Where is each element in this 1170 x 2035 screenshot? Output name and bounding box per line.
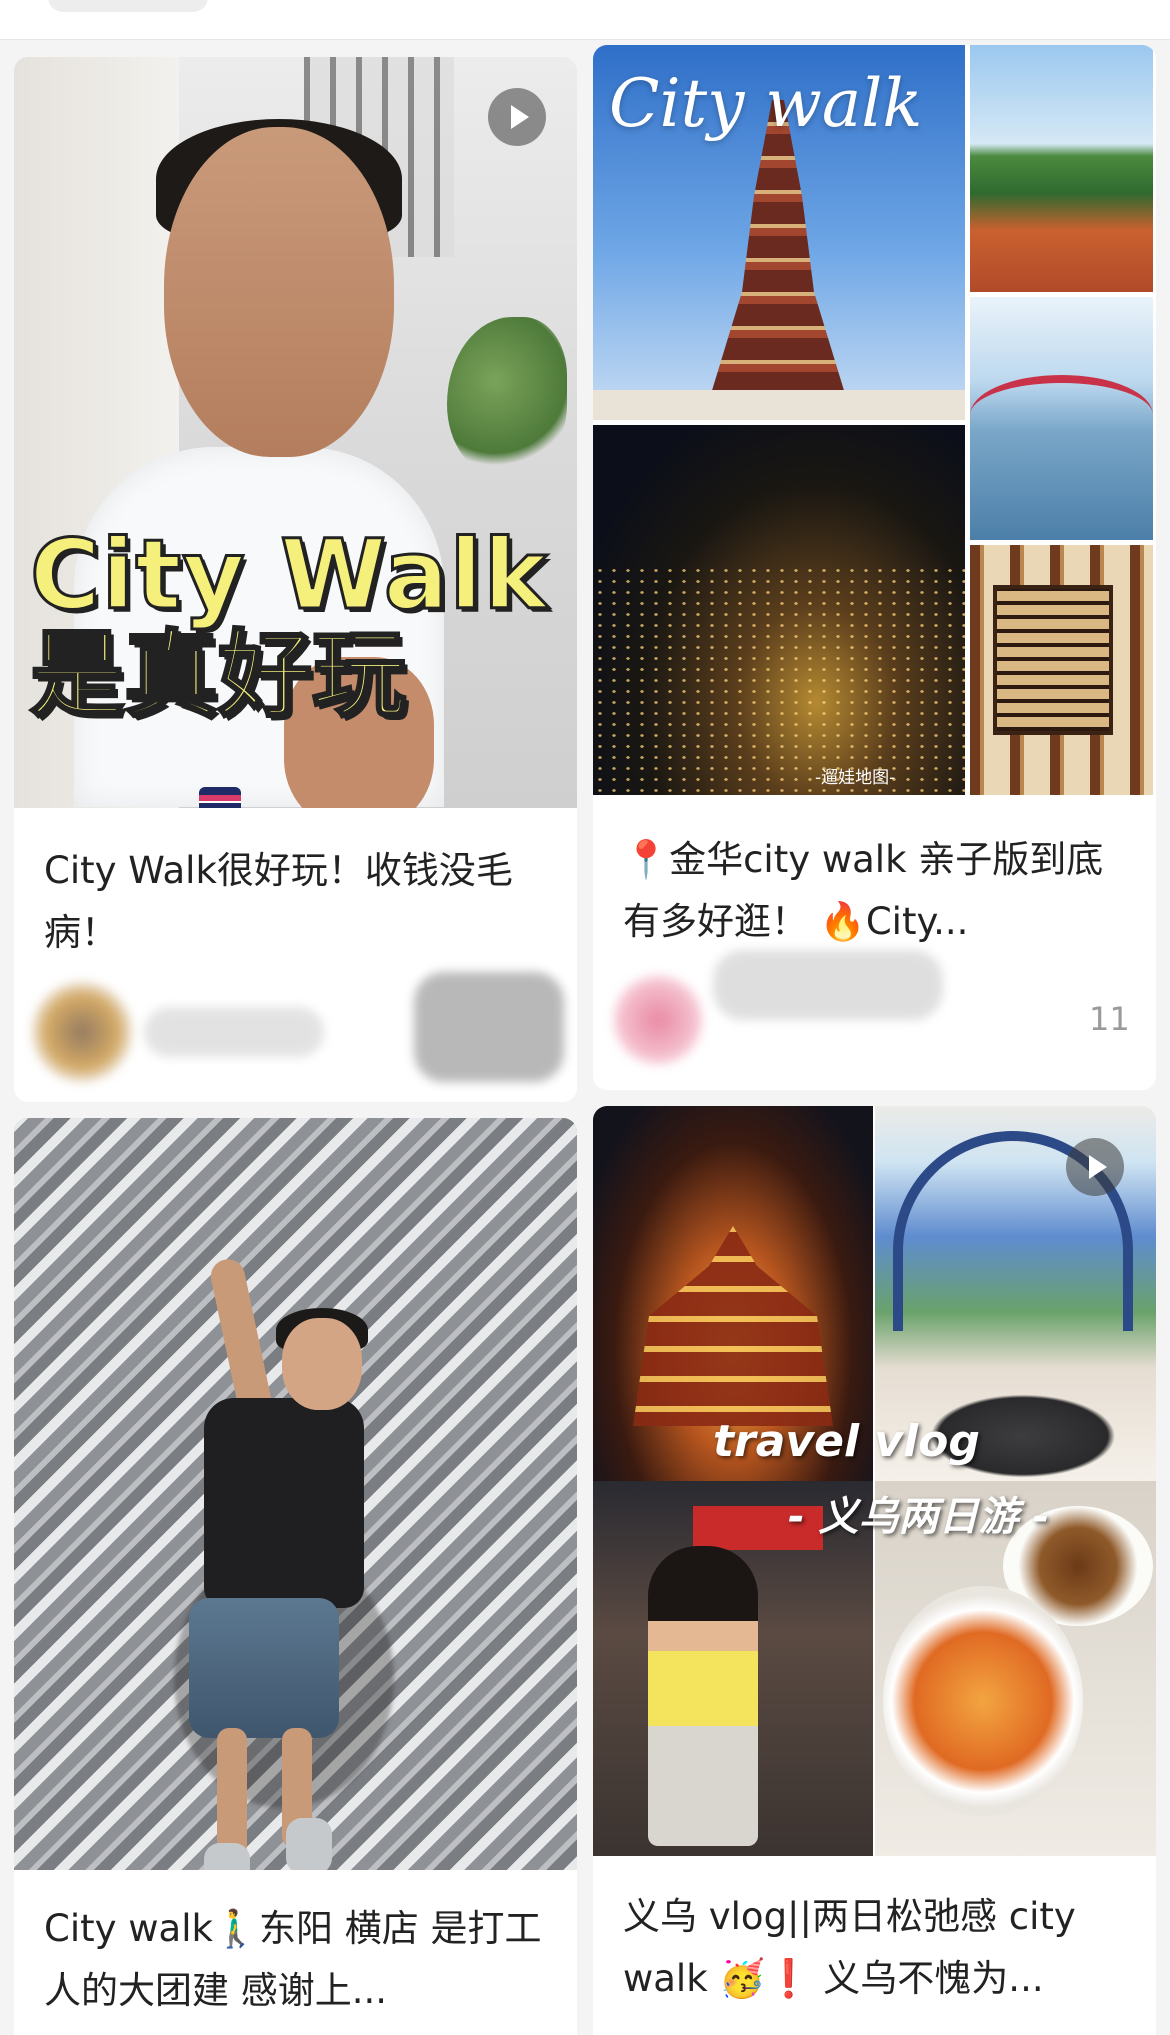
like-count[interactable] [414, 972, 564, 1082]
overlay-line-2: 是真好玩 [28, 621, 407, 730]
card-cover-image[interactable] [14, 1118, 577, 1870]
overlay-line-2: - 义乌两日游 - [788, 1494, 1050, 1540]
card-title[interactable]: 义乌 vlog||两日松弛感 city walk 🥳❗ 义乌不愧为... [623, 1886, 1128, 2016]
card-cover-image[interactable]: City walk -遛娃地图- [593, 45, 1156, 796]
author-name[interactable] [144, 1007, 324, 1057]
card-cover-image[interactable]: travel vlog - 义乌两日游 - [593, 1106, 1156, 1856]
play-icon [488, 88, 546, 146]
watermark: -遛娃地图- [815, 768, 896, 788]
overlay-line-1: travel vlog [713, 1416, 980, 1467]
feed-card-4[interactable]: travel vlog - 义乌两日游 - 义乌 vlog||两日松弛感 cit… [593, 1106, 1156, 2035]
card-title[interactable]: City Walk很好玩！收钱没毛病！ [44, 840, 549, 970]
search-pill[interactable] [48, 0, 208, 12]
play-icon [1066, 1138, 1124, 1196]
feed-card-1[interactable]: City Walk 是真好玩 City Walk很好玩！收钱没毛病！ [14, 57, 577, 1102]
card-title[interactable]: City walk🚶‍♂️东阳 横店 是打工人的大团建 感谢上... [44, 1898, 549, 2028]
cover-overlay-text: City Walk 是真好玩 [28, 519, 549, 730]
author-name[interactable] [713, 950, 943, 1020]
author-avatar[interactable] [613, 975, 703, 1065]
feed-card-3[interactable]: City walk🚶‍♂️东阳 横店 是打工人的大团建 感谢上... [14, 1118, 577, 2035]
card-cover-image[interactable]: City Walk 是真好玩 [14, 57, 577, 808]
top-bar [0, 0, 1170, 40]
overlay-line-1: City Walk [28, 519, 549, 631]
cover-script-text: City walk [609, 65, 923, 142]
like-count[interactable]: 11 [1089, 1000, 1130, 1038]
feed-card-2[interactable]: City walk -遛娃地图- 📍金华city walk 亲子版到底有多好逛！… [593, 45, 1156, 1090]
card-title[interactable]: 📍金华city walk 亲子版到底有多好逛！ 🔥City... [623, 829, 1128, 959]
author-avatar[interactable] [32, 982, 132, 1082]
